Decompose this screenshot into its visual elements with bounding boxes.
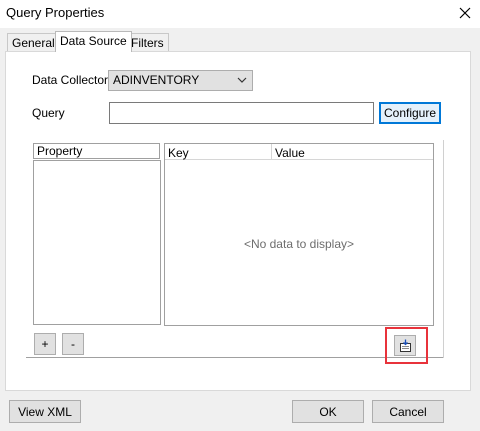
column-divider — [271, 144, 272, 160]
column-header-value[interactable]: Value — [275, 146, 305, 160]
data-collector-dropdown[interactable]: ADINVENTORY — [108, 70, 253, 91]
empty-grid-message: <No data to display> — [243, 237, 355, 251]
data-collector-value: ADINVENTORY — [113, 73, 200, 87]
vertical-divider — [443, 140, 444, 358]
query-input[interactable] — [109, 102, 374, 124]
cancel-button[interactable]: Cancel — [372, 400, 444, 423]
key-value-grid[interactable]: Key Value <No data to display> — [164, 143, 434, 326]
horizontal-divider — [26, 357, 444, 358]
tab-general[interactable]: General — [7, 33, 60, 52]
query-label: Query — [32, 106, 65, 120]
chevron-down-icon — [235, 73, 249, 87]
remove-property-button[interactable]: - — [62, 333, 84, 355]
tab-filters[interactable]: Filters — [126, 33, 169, 52]
property-list-header: Property — [33, 143, 160, 159]
view-xml-button[interactable]: View XML — [9, 400, 81, 423]
configure-button[interactable]: Configure — [379, 102, 441, 124]
window-title: Query Properties — [6, 5, 105, 20]
highlight-box — [385, 327, 428, 364]
data-collector-label: Data Collector — [32, 73, 109, 87]
column-header-key[interactable]: Key — [168, 146, 189, 160]
ok-button[interactable]: OK — [292, 400, 364, 423]
add-property-button[interactable]: + — [34, 333, 56, 355]
property-list[interactable] — [33, 160, 161, 325]
close-button[interactable] — [452, 2, 478, 24]
close-icon — [459, 7, 471, 19]
grid-header: Key Value — [165, 144, 433, 160]
tab-data-source[interactable]: Data Source — [55, 31, 132, 52]
